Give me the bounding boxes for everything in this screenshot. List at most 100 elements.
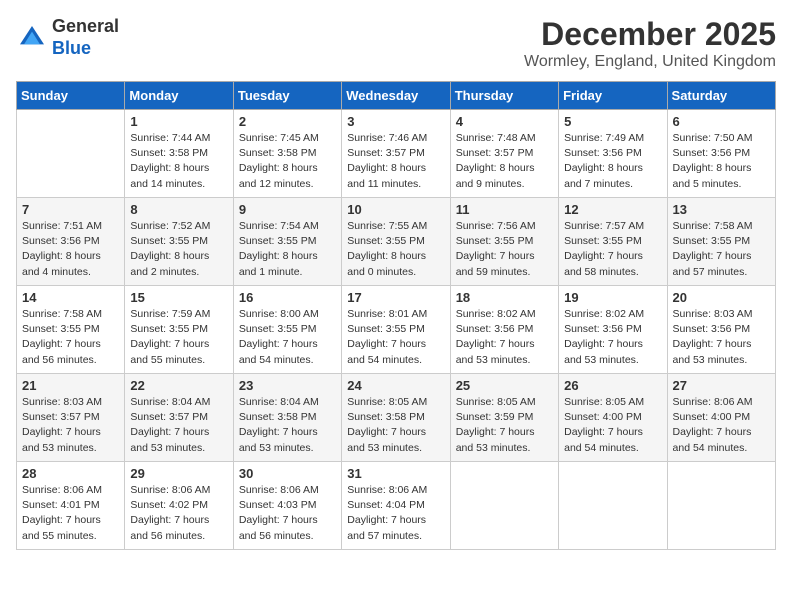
col-header-friday: Friday [559,82,667,110]
week-row-2: 7 Sunrise: 7:51 AMSunset: 3:56 PMDaylight… [17,198,776,286]
day-cell: 6 Sunrise: 7:50 AMSunset: 3:56 PMDaylight… [667,110,775,198]
logo: General Blue [16,16,119,59]
day-info: Sunrise: 7:50 AMSunset: 3:56 PMDaylight:… [673,131,770,192]
day-cell: 1Sunrise: 7:44 AMSunset: 3:58 PMDaylight… [125,110,233,198]
day-number: 5 [564,114,661,129]
col-header-monday: Monday [125,82,233,110]
day-info: Sunrise: 7:55 AMSunset: 3:55 PMDaylight:… [347,219,444,280]
logo-blue-text: Blue [52,38,91,58]
day-cell: 25 Sunrise: 8:05 AMSunset: 3:59 PMDayligh… [450,374,558,462]
title-block: December 2025 Wormley, England, United K… [524,16,776,71]
day-info: Sunrise: 8:06 AMSunset: 4:03 PMDaylight:… [239,483,336,544]
day-info: Sunrise: 7:49 AMSunset: 3:56 PMDaylight:… [564,131,661,192]
day-number: 22 [130,378,227,393]
day-info: Sunrise: 8:04 AMSunset: 3:57 PMDaylight:… [130,395,227,456]
day-cell: 7 Sunrise: 7:51 AMSunset: 3:56 PMDaylight… [17,198,125,286]
week-row-4: 21 Sunrise: 8:03 AMSunset: 3:57 PMDayligh… [17,374,776,462]
day-number: 15 [130,290,227,305]
day-info: Sunrise: 8:02 AMSunset: 3:56 PMDaylight:… [564,307,661,368]
page-header: General Blue December 2025 Wormley, Engl… [16,16,776,71]
day-number: 6 [673,114,770,129]
day-cell: 2 Sunrise: 7:45 AMSunset: 3:58 PMDaylight… [233,110,341,198]
day-cell: 16Sunrise: 8:00 AMSunset: 3:55 PMDayligh… [233,286,341,374]
day-cell: 29 Sunrise: 8:06 AMSunset: 4:02 PMDayligh… [125,462,233,550]
day-info: Sunrise: 8:06 AMSunset: 4:02 PMDaylight:… [130,483,227,544]
day-number: 20 [673,290,770,305]
day-cell: 18 Sunrise: 8:02 AMSunset: 3:56 PMDayligh… [450,286,558,374]
day-info: Sunrise: 7:59 AMSunset: 3:55 PMDaylight:… [130,307,227,368]
day-info: Sunrise: 8:00 AMSunset: 3:55 PMDaylight:… [239,307,336,368]
calendar-title: December 2025 [524,16,776,53]
day-info: Sunrise: 7:48 AMSunset: 3:57 PMDaylight:… [456,131,553,192]
day-number: 13 [673,202,770,217]
col-header-tuesday: Tuesday [233,82,341,110]
day-number: 18 [456,290,553,305]
calendar-table: SundayMondayTuesdayWednesdayThursdayFrid… [16,81,776,550]
day-info: Sunrise: 8:01 AMSunset: 3:55 PMDaylight:… [347,307,444,368]
week-row-5: 28Sunrise: 8:06 AMSunset: 4:01 PMDayligh… [17,462,776,550]
day-number: 23 [239,378,336,393]
day-number: 29 [130,466,227,481]
day-cell: 24Sunrise: 8:05 AMSunset: 3:58 PMDayligh… [342,374,450,462]
day-number: 4 [456,114,553,129]
col-header-thursday: Thursday [450,82,558,110]
day-info: Sunrise: 8:05 AMSunset: 3:58 PMDaylight:… [347,395,444,456]
day-info: Sunrise: 7:45 AMSunset: 3:58 PMDaylight:… [239,131,336,192]
day-cell: 14Sunrise: 7:58 AMSunset: 3:55 PMDayligh… [17,286,125,374]
day-number: 9 [239,202,336,217]
day-number: 31 [347,466,444,481]
day-info: Sunrise: 8:05 AMSunset: 3:59 PMDaylight:… [456,395,553,456]
day-info: Sunrise: 8:06 AMSunset: 4:00 PMDaylight:… [673,395,770,456]
day-cell: 20 Sunrise: 8:03 AMSunset: 3:56 PMDayligh… [667,286,775,374]
day-info: Sunrise: 8:04 AMSunset: 3:58 PMDaylight:… [239,395,336,456]
day-number: 2 [239,114,336,129]
day-cell: 23 Sunrise: 8:04 AMSunset: 3:58 PMDayligh… [233,374,341,462]
day-number: 7 [22,202,119,217]
day-cell: 15 Sunrise: 7:59 AMSunset: 3:55 PMDayligh… [125,286,233,374]
day-cell [559,462,667,550]
day-cell: 10Sunrise: 7:55 AMSunset: 3:55 PMDayligh… [342,198,450,286]
logo-icon [16,22,48,54]
day-cell: 11Sunrise: 7:56 AMSunset: 3:55 PMDayligh… [450,198,558,286]
day-cell: 27 Sunrise: 8:06 AMSunset: 4:00 PMDayligh… [667,374,775,462]
day-number: 12 [564,202,661,217]
day-cell [17,110,125,198]
day-number: 19 [564,290,661,305]
day-info: Sunrise: 7:52 AMSunset: 3:55 PMDaylight:… [130,219,227,280]
day-number: 28 [22,466,119,481]
logo-general-text: General [52,16,119,36]
day-info: Sunrise: 8:05 AMSunset: 4:00 PMDaylight:… [564,395,661,456]
week-row-3: 14Sunrise: 7:58 AMSunset: 3:55 PMDayligh… [17,286,776,374]
col-header-saturday: Saturday [667,82,775,110]
day-cell [450,462,558,550]
day-number: 1 [130,114,227,129]
day-number: 8 [130,202,227,217]
day-info: Sunrise: 8:03 AMSunset: 3:57 PMDaylight:… [22,395,119,456]
day-cell: 19 Sunrise: 8:02 AMSunset: 3:56 PMDayligh… [559,286,667,374]
day-cell: 9 Sunrise: 7:54 AMSunset: 3:55 PMDaylight… [233,198,341,286]
day-info: Sunrise: 8:02 AMSunset: 3:56 PMDaylight:… [456,307,553,368]
day-cell: 8 Sunrise: 7:52 AMSunset: 3:55 PMDaylight… [125,198,233,286]
day-number: 21 [22,378,119,393]
day-number: 26 [564,378,661,393]
day-info: Sunrise: 7:58 AMSunset: 3:55 PMDaylight:… [673,219,770,280]
day-cell: 5 Sunrise: 7:49 AMSunset: 3:56 PMDaylight… [559,110,667,198]
day-cell: 21 Sunrise: 8:03 AMSunset: 3:57 PMDayligh… [17,374,125,462]
day-cell: 12Sunrise: 7:57 AMSunset: 3:55 PMDayligh… [559,198,667,286]
day-number: 14 [22,290,119,305]
day-cell: 22 Sunrise: 8:04 AMSunset: 3:57 PMDayligh… [125,374,233,462]
day-info: Sunrise: 8:03 AMSunset: 3:56 PMDaylight:… [673,307,770,368]
day-number: 11 [456,202,553,217]
day-number: 25 [456,378,553,393]
day-cell: 30 Sunrise: 8:06 AMSunset: 4:03 PMDayligh… [233,462,341,550]
week-row-1: 1Sunrise: 7:44 AMSunset: 3:58 PMDaylight… [17,110,776,198]
day-cell: 28Sunrise: 8:06 AMSunset: 4:01 PMDayligh… [17,462,125,550]
day-number: 27 [673,378,770,393]
day-info: Sunrise: 7:51 AMSunset: 3:56 PMDaylight:… [22,219,119,280]
day-info: Sunrise: 7:46 AMSunset: 3:57 PMDaylight:… [347,131,444,192]
day-cell: 26 Sunrise: 8:05 AMSunset: 4:00 PMDayligh… [559,374,667,462]
col-header-wednesday: Wednesday [342,82,450,110]
day-info: Sunrise: 7:54 AMSunset: 3:55 PMDaylight:… [239,219,336,280]
day-cell: 4 Sunrise: 7:48 AMSunset: 3:57 PMDaylight… [450,110,558,198]
day-number: 30 [239,466,336,481]
